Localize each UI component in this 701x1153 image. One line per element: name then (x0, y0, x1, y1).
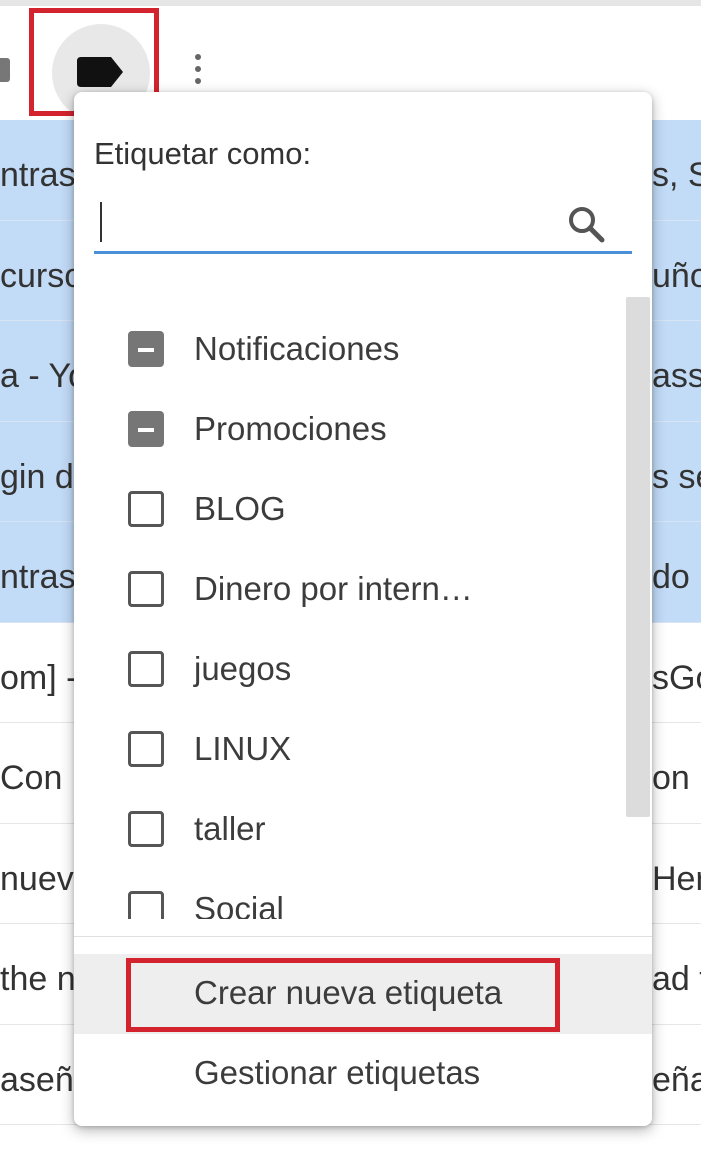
menu-divider (74, 936, 652, 937)
more-vert-icon[interactable] (190, 50, 206, 94)
email-row-snippet-fragment: sGo (652, 658, 701, 697)
label-as-menu: Etiquetar como: Notificaciones Promocione… (74, 92, 652, 1126)
label-item[interactable]: juegos (128, 639, 291, 699)
email-row-snippet-fragment: do (652, 558, 690, 596)
email-row-subject-fragment: ntras (0, 156, 76, 194)
indeterminate-checkbox[interactable] (128, 331, 164, 367)
email-row-subject-fragment: om] - (0, 658, 78, 697)
label-checkbox[interactable] (128, 891, 164, 919)
label-name: Promociones (194, 410, 387, 447)
label-checkbox[interactable] (128, 651, 164, 687)
email-row-snippet-fragment: Her (652, 859, 701, 898)
label-list-scrollbar[interactable] (626, 297, 650, 817)
email-row-snippet-fragment: s, S (652, 156, 701, 194)
label-search-field[interactable] (94, 192, 632, 254)
menu-title: Etiquetar como: (94, 136, 312, 171)
label-item[interactable]: taller (128, 799, 266, 859)
indeterminate-checkbox[interactable] (128, 411, 164, 447)
label-item[interactable]: LINUX (128, 719, 291, 779)
label-list: Notificaciones Promociones BLOG Dinero por … (74, 297, 652, 919)
email-row-subject-fragment: ntras (0, 558, 76, 596)
create-label-highlight-box (126, 958, 560, 1032)
email-row-subject-fragment: Con (0, 759, 63, 797)
label-name: taller (194, 810, 266, 847)
email-row-snippet-fragment: ass (652, 357, 701, 395)
label-checkbox[interactable] (128, 811, 164, 847)
email-row-snippet-fragment: s se (652, 457, 701, 496)
search-icon (569, 207, 605, 243)
email-row-snippet-fragment: ad t (652, 960, 701, 998)
label-checkbox[interactable] (128, 571, 164, 607)
email-row-subject-fragment: curso (0, 256, 84, 295)
manage-labels-text: Gestionar etiquetas (194, 1054, 481, 1091)
email-row-snippet-fragment: eña (652, 1060, 701, 1099)
label-item[interactable]: Social (128, 879, 284, 919)
label-name: juegos (194, 650, 292, 687)
label-item[interactable]: BLOG (128, 479, 286, 539)
label-checkbox[interactable] (128, 491, 164, 527)
label-item[interactable]: Notificaciones (128, 319, 399, 379)
label-name: BLOG (194, 490, 286, 527)
archive-icon[interactable] (0, 58, 10, 82)
email-row-snippet-fragment: uño (652, 256, 701, 295)
label-name: Dinero por intern… (194, 570, 473, 607)
email-row-subject-fragment: the n (0, 960, 76, 998)
email-row-snippet-fragment: on (652, 759, 690, 797)
label-name: LINUX (194, 730, 292, 767)
label-checkbox[interactable] (128, 731, 164, 767)
label-name: Social (194, 890, 284, 919)
label-item[interactable]: Promociones (128, 399, 387, 459)
label-name: Notificaciones (194, 330, 400, 367)
label-search-input[interactable] (94, 192, 558, 248)
manage-labels-item[interactable]: Gestionar etiquetas (74, 1040, 652, 1110)
label-item[interactable]: Dinero por intern… (128, 559, 473, 619)
